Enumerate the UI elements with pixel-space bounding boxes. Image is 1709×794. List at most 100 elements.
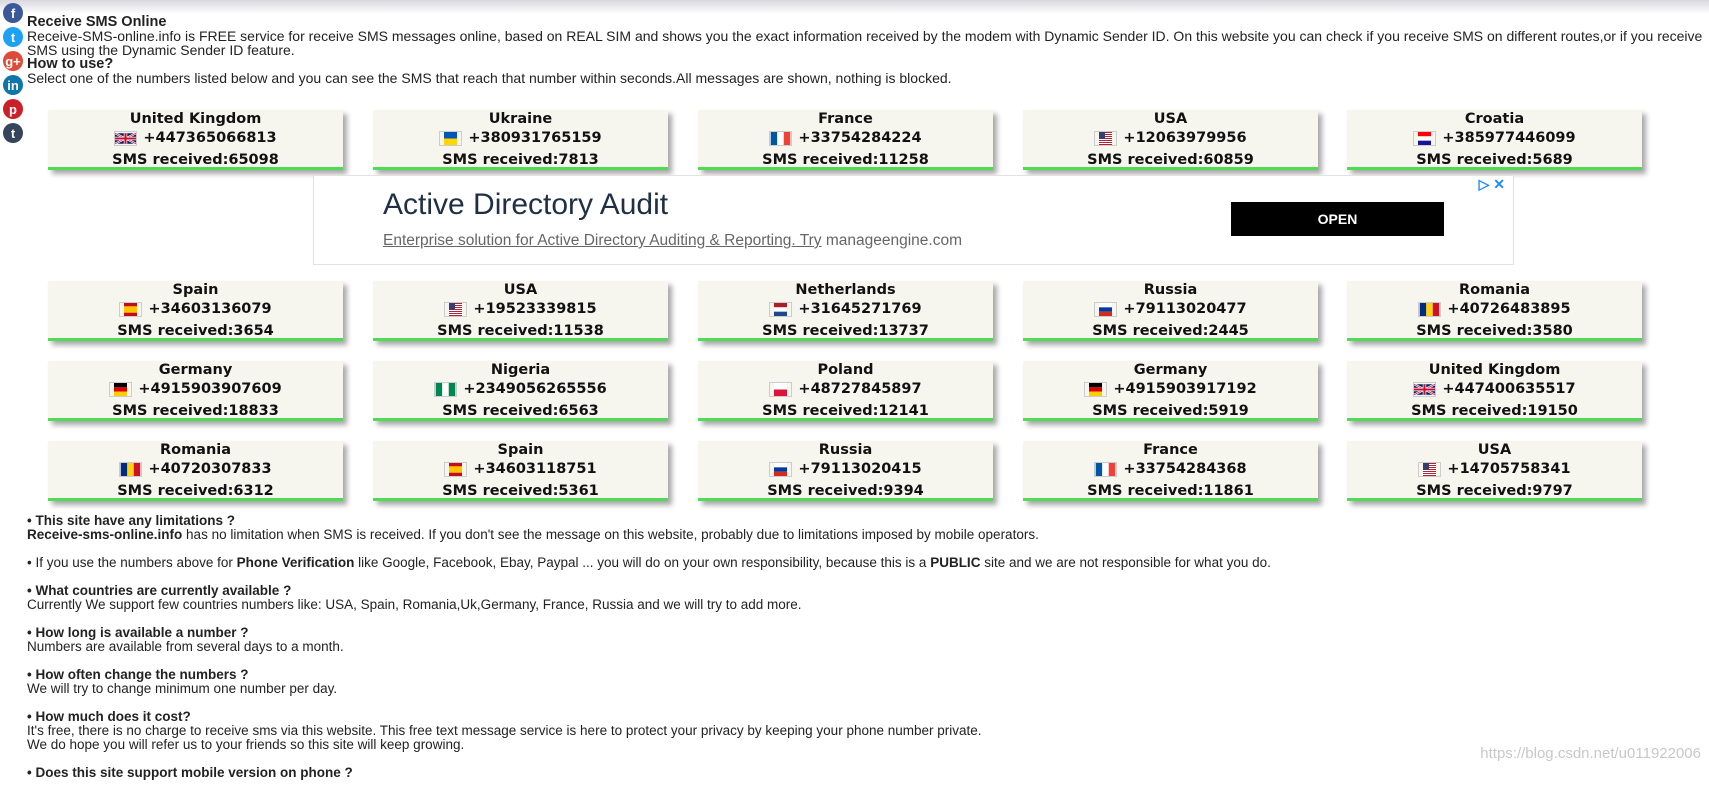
number-card[interactable]: United Kingdom +447365066813 SMS received:… (48, 110, 343, 170)
number-card[interactable]: USA +12063979956 SMS received:60859 (1023, 110, 1318, 170)
number-card[interactable]: Ukraine +380931765159 SMS received:7813 (373, 110, 668, 170)
phone-number-row[interactable]: +79113020415 (769, 460, 922, 479)
country-name: France (818, 111, 873, 127)
phone-number[interactable]: +79113020415 (798, 460, 921, 479)
phone-number-row[interactable]: +31645271769 (769, 300, 922, 319)
phone-number-row[interactable]: +48727845897 (769, 380, 922, 399)
pinterest-icon[interactable]: p (3, 99, 23, 119)
phone-number-row[interactable]: +34603136079 (119, 300, 272, 319)
phone-number[interactable]: +40726483895 (1447, 300, 1570, 319)
number-card[interactable]: Germany +4915903917192 SMS received:5919 (1023, 361, 1318, 421)
phone-number[interactable]: +12063979956 (1123, 129, 1246, 148)
phone-number-row[interactable]: +33754284224 (769, 129, 922, 148)
phone-number-row[interactable]: +40726483895 (1418, 300, 1571, 319)
number-card[interactable]: USA +14705758341 SMS received:9797 (1347, 441, 1642, 501)
tumblr-icon[interactable]: t (3, 123, 23, 143)
sms-received-count: SMS received:13737 (762, 323, 929, 339)
country-name: Croatia (1464, 111, 1525, 127)
ad-domain: manageengine.com (825, 232, 962, 249)
phone-number[interactable]: +34603118751 (473, 460, 596, 479)
phone-number[interactable]: +40720307833 (148, 460, 271, 479)
faq-item-limitations: • This site have any limitations ? Recei… (27, 514, 1687, 542)
number-card[interactable]: Romania +40726483895 SMS received:3580 (1347, 281, 1642, 341)
advertisement-banner[interactable]: ▷ ✕ Active Directory Audit Enterprise so… (313, 175, 1514, 265)
sms-received-count: SMS received:3580 (1416, 323, 1573, 339)
phone-number[interactable]: +31645271769 (798, 300, 921, 319)
ng-flag-icon (434, 382, 458, 397)
faq-answer: It's free, there is no charge to receive… (27, 723, 982, 738)
sms-received-count: SMS received:11538 (437, 323, 604, 339)
phone-number-row[interactable]: +14705758341 (1418, 460, 1571, 479)
number-card[interactable]: Spain +34603136079 SMS received:3654 (48, 281, 343, 341)
number-card[interactable]: Nigeria +2349056265556 SMS received:6563 (373, 361, 668, 421)
number-card[interactable]: USA +19523339815 SMS received:11538 (373, 281, 668, 341)
number-card[interactable]: Germany +4915903907609 SMS received:18833 (48, 361, 343, 421)
phone-number-row[interactable]: +385977446099 (1413, 129, 1576, 148)
country-name: United Kingdom (129, 111, 262, 127)
country-name: Poland (817, 362, 874, 378)
phone-number-row[interactable]: +4915903917192 (1084, 380, 1257, 399)
sms-received-count: SMS received:60859 (1087, 152, 1254, 168)
faq-answer: We do hope you will refer us to your fri… (27, 737, 465, 752)
sms-received-count: SMS received:7813 (442, 152, 599, 168)
number-card[interactable]: Netherlands +31645271769 SMS received:1373… (698, 281, 993, 341)
phone-number[interactable]: +14705758341 (1447, 460, 1570, 479)
country-name: France (1143, 442, 1198, 458)
sms-received-count: SMS received:19150 (1411, 403, 1578, 419)
phone-number[interactable]: +447365066813 (143, 129, 276, 148)
phone-number[interactable]: +380931765159 (468, 129, 601, 148)
phone-number[interactable]: +4915903907609 (138, 380, 281, 399)
phone-number-row[interactable]: +2349056265556 (434, 380, 607, 399)
ad-description-link[interactable]: Enterprise solution for Active Directory… (383, 232, 822, 249)
ad-description[interactable]: Enterprise solution for Active Directory… (383, 232, 962, 250)
twitter-icon[interactable]: t (3, 27, 23, 47)
howto-text: Select one of the numbers listed below a… (27, 70, 952, 86)
fr-flag-icon (769, 131, 793, 146)
phone-number[interactable]: +447400635517 (1442, 380, 1575, 399)
phone-number-row[interactable]: +12063979956 (1094, 129, 1247, 148)
number-card[interactable]: Poland +48727845897 SMS received:12141 (698, 361, 993, 421)
es-flag-icon (119, 302, 143, 317)
ad-title[interactable]: Active Directory Audit (383, 188, 668, 222)
facebook-icon[interactable]: f (3, 3, 23, 23)
phone-number-row[interactable]: +34603118751 (444, 460, 597, 479)
number-card[interactable]: United Kingdom +447400635517 SMS received:… (1347, 361, 1642, 421)
number-card[interactable]: Russia +79113020415 SMS received:9394 (698, 441, 993, 501)
phone-number[interactable]: +4915903917192 (1113, 380, 1256, 399)
phone-number-row[interactable]: +79113020477 (1094, 300, 1247, 319)
phone-number-row[interactable]: +447400635517 (1413, 380, 1576, 399)
faq-section: • This site have any limitations ? Recei… (27, 514, 1687, 794)
sms-received-count: SMS received:11861 (1087, 483, 1254, 499)
faq-answer: We will try to change minimum one number… (27, 681, 338, 696)
phone-number-row[interactable]: +40720307833 (119, 460, 272, 479)
ad-choices-icon[interactable]: ▷ ✕ (1479, 176, 1505, 193)
phone-number[interactable]: +48727845897 (798, 380, 921, 399)
phone-number-row[interactable]: +4915903907609 (109, 380, 282, 399)
phone-number-row[interactable]: +447365066813 (114, 129, 277, 148)
phone-number-row[interactable]: +380931765159 (439, 129, 602, 148)
phone-number[interactable]: +2349056265556 (463, 380, 606, 399)
faq-question: • What countries are currently available… (27, 583, 292, 598)
google-plus-icon[interactable]: g+ (3, 51, 23, 71)
ad-open-button[interactable]: OPEN (1231, 202, 1444, 236)
number-card[interactable]: Russia +79113020477 SMS received:2445 (1023, 281, 1318, 341)
phone-number[interactable]: +79113020477 (1123, 300, 1246, 319)
number-card[interactable]: Croatia +385977446099 SMS received:5689 (1347, 110, 1642, 170)
country-name: USA (503, 282, 538, 298)
phone-number[interactable]: +33754284368 (1123, 460, 1246, 479)
number-card[interactable]: France +33754284224 SMS received:11258 (698, 110, 993, 170)
sms-received-count: SMS received:9797 (1416, 483, 1573, 499)
phone-number-row[interactable]: +19523339815 (444, 300, 597, 319)
phone-number[interactable]: +385977446099 (1442, 129, 1575, 148)
number-card[interactable]: France +33754284368 SMS received:11861 (1023, 441, 1318, 501)
linkedin-icon[interactable]: in (3, 75, 23, 95)
nl-flag-icon (769, 302, 793, 317)
hr-flag-icon (1413, 131, 1437, 146)
number-card[interactable]: Romania +40720307833 SMS received:6312 (48, 441, 343, 501)
site-name: Receive-sms-online.info (27, 527, 183, 542)
phone-number[interactable]: +33754284224 (798, 129, 921, 148)
phone-number-row[interactable]: +33754284368 (1094, 460, 1247, 479)
number-card[interactable]: Spain +34603118751 SMS received:5361 (373, 441, 668, 501)
phone-number[interactable]: +34603136079 (148, 300, 271, 319)
phone-number[interactable]: +19523339815 (473, 300, 596, 319)
